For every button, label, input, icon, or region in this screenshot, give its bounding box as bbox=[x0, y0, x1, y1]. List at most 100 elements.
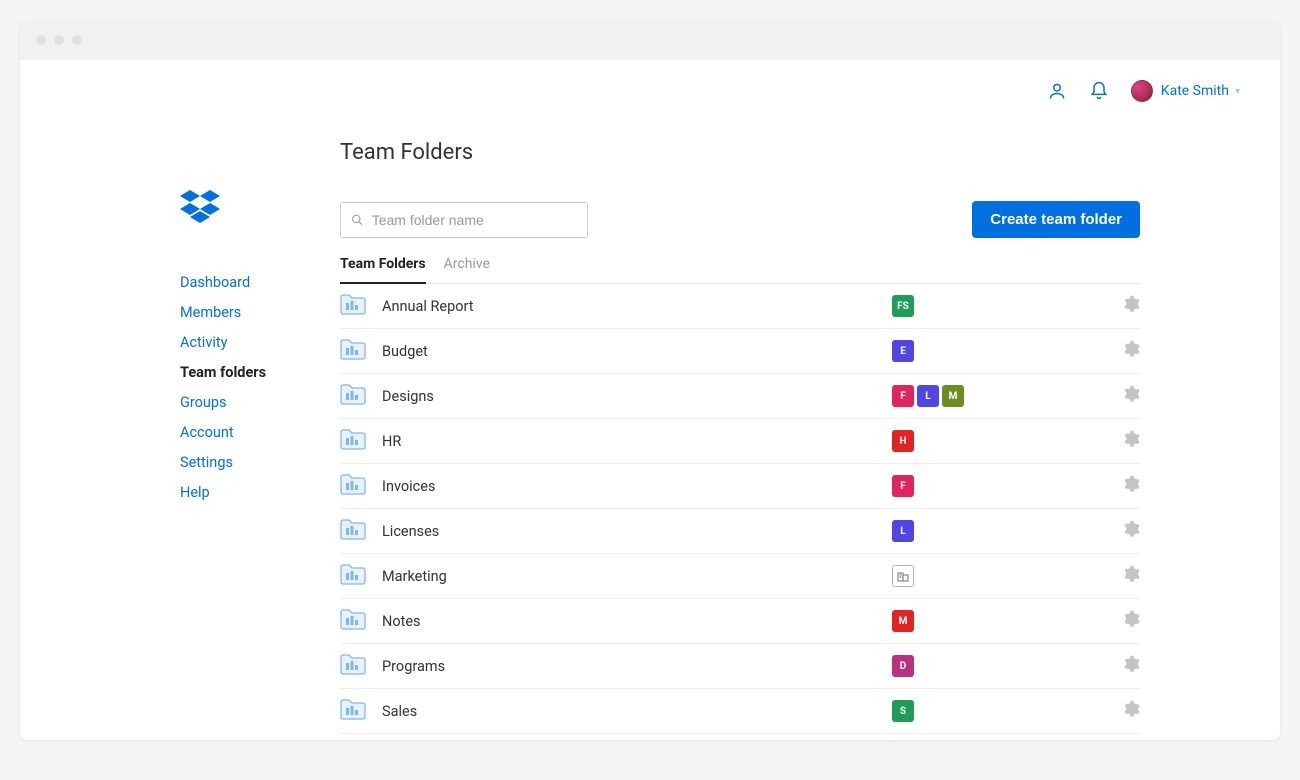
folder-settings-button[interactable] bbox=[1122, 610, 1140, 632]
member-badge: F bbox=[892, 385, 914, 407]
folder-name: Invoices bbox=[382, 478, 892, 495]
folder-badges: D bbox=[892, 655, 972, 677]
account-icon[interactable] bbox=[1047, 81, 1067, 101]
top-bar: Kate Smith ▾ bbox=[1047, 80, 1240, 102]
team-folder-icon bbox=[340, 383, 366, 405]
member-badge: L bbox=[917, 385, 939, 407]
folder-badges: F bbox=[892, 475, 972, 497]
gear-icon bbox=[1122, 565, 1140, 583]
tabs: Team Folders Archive bbox=[340, 256, 1140, 284]
sidebar-item-activity[interactable]: Activity bbox=[180, 328, 340, 358]
team-folder-icon bbox=[340, 698, 366, 720]
create-team-folder-button[interactable]: Create team folder bbox=[972, 201, 1140, 238]
folder-list: Annual ReportFS BudgetE DesignsFLM HRH I… bbox=[340, 284, 1140, 734]
folder-name: Programs bbox=[382, 658, 892, 675]
page-title: Team Folders bbox=[340, 140, 1140, 165]
member-badge: F bbox=[892, 475, 914, 497]
team-folder-icon bbox=[340, 428, 366, 450]
member-badge bbox=[892, 565, 914, 587]
folder-name: Designs bbox=[382, 388, 892, 405]
folder-row[interactable]: Marketing bbox=[340, 554, 1140, 599]
sidebar-item-members[interactable]: Members bbox=[180, 298, 340, 328]
gear-icon bbox=[1122, 430, 1140, 448]
folder-badges bbox=[892, 565, 972, 587]
window-control-dot bbox=[54, 35, 64, 45]
folder-row[interactable]: SalesS bbox=[340, 689, 1140, 734]
folder-name: Notes bbox=[382, 613, 892, 630]
tab-team-folders[interactable]: Team Folders bbox=[340, 256, 426, 284]
folder-settings-button[interactable] bbox=[1122, 700, 1140, 722]
folder-row[interactable]: NotesM bbox=[340, 599, 1140, 644]
sidebar-item-account[interactable]: Account bbox=[180, 418, 340, 448]
folder-row[interactable]: InvoicesF bbox=[340, 464, 1140, 509]
member-badge: E bbox=[892, 340, 914, 362]
folder-badges: FS bbox=[892, 295, 972, 317]
team-folder-icon bbox=[340, 293, 366, 315]
notifications-icon[interactable] bbox=[1089, 81, 1109, 101]
search-input[interactable] bbox=[372, 212, 577, 228]
gear-icon bbox=[1122, 520, 1140, 538]
sidebar-item-settings[interactable]: Settings bbox=[180, 448, 340, 478]
folder-settings-button[interactable] bbox=[1122, 655, 1140, 677]
tab-archive[interactable]: Archive bbox=[444, 256, 490, 283]
folder-settings-button[interactable] bbox=[1122, 295, 1140, 317]
folder-badges: E bbox=[892, 340, 972, 362]
gear-icon bbox=[1122, 295, 1140, 313]
team-folder-icon bbox=[340, 653, 366, 675]
gear-icon bbox=[1122, 340, 1140, 358]
sidebar-item-help[interactable]: Help bbox=[180, 478, 340, 508]
folder-row[interactable]: DesignsFLM bbox=[340, 374, 1140, 419]
search-box[interactable] bbox=[340, 202, 588, 238]
folder-name: Sales bbox=[382, 703, 892, 720]
chevron-down-icon: ▾ bbox=[1235, 86, 1240, 97]
member-badge: FS bbox=[892, 295, 914, 317]
folder-badges: M bbox=[892, 610, 972, 632]
controls-row: Create team folder bbox=[340, 201, 1140, 238]
member-badge: M bbox=[892, 610, 914, 632]
window-control-dot bbox=[36, 35, 46, 45]
folder-settings-button[interactable] bbox=[1122, 385, 1140, 407]
gear-icon bbox=[1122, 610, 1140, 628]
folder-row[interactable]: HRH bbox=[340, 419, 1140, 464]
folder-row[interactable]: BudgetE bbox=[340, 329, 1140, 374]
member-badge: M bbox=[942, 385, 964, 407]
team-folder-icon bbox=[340, 608, 366, 630]
folder-name: Budget bbox=[382, 343, 892, 360]
gear-icon bbox=[1122, 385, 1140, 403]
gear-icon bbox=[1122, 475, 1140, 493]
window-titlebar bbox=[20, 20, 1280, 60]
folder-badges: L bbox=[892, 520, 972, 542]
folder-settings-button[interactable] bbox=[1122, 430, 1140, 452]
folder-row[interactable]: LicensesL bbox=[340, 509, 1140, 554]
folder-settings-button[interactable] bbox=[1122, 565, 1140, 587]
team-folder-icon bbox=[340, 473, 366, 495]
main-content: Team Folders Create team folder Team Fol… bbox=[340, 80, 1280, 740]
search-icon bbox=[351, 213, 364, 227]
sidebar-item-dashboard[interactable]: Dashboard bbox=[180, 268, 340, 298]
folder-row[interactable]: ProgramsD bbox=[340, 644, 1140, 689]
dropbox-logo-icon[interactable] bbox=[180, 190, 340, 228]
member-badge: S bbox=[892, 700, 914, 722]
folder-settings-button[interactable] bbox=[1122, 340, 1140, 362]
folder-name: Marketing bbox=[382, 568, 892, 585]
gear-icon bbox=[1122, 700, 1140, 718]
folder-name: Licenses bbox=[382, 523, 892, 540]
sidebar-item-groups[interactable]: Groups bbox=[180, 388, 340, 418]
gear-icon bbox=[1122, 655, 1140, 673]
user-name: Kate Smith bbox=[1161, 83, 1229, 99]
folder-settings-button[interactable] bbox=[1122, 475, 1140, 497]
window-control-dot bbox=[72, 35, 82, 45]
folder-badges: H bbox=[892, 430, 972, 452]
folder-row[interactable]: Annual ReportFS bbox=[340, 284, 1140, 329]
folder-name: Annual Report bbox=[382, 298, 892, 315]
app-window: Kate Smith ▾ DashboardMembersActivityTea… bbox=[20, 20, 1280, 740]
user-menu[interactable]: Kate Smith ▾ bbox=[1131, 80, 1240, 102]
member-badge: L bbox=[892, 520, 914, 542]
folder-settings-button[interactable] bbox=[1122, 520, 1140, 542]
sidebar: DashboardMembersActivityTeam foldersGrou… bbox=[20, 80, 340, 740]
avatar bbox=[1131, 80, 1153, 102]
team-folder-icon bbox=[340, 563, 366, 585]
folder-badges: S bbox=[892, 700, 972, 722]
folder-name: HR bbox=[382, 433, 892, 450]
sidebar-item-team-folders[interactable]: Team folders bbox=[180, 358, 340, 388]
